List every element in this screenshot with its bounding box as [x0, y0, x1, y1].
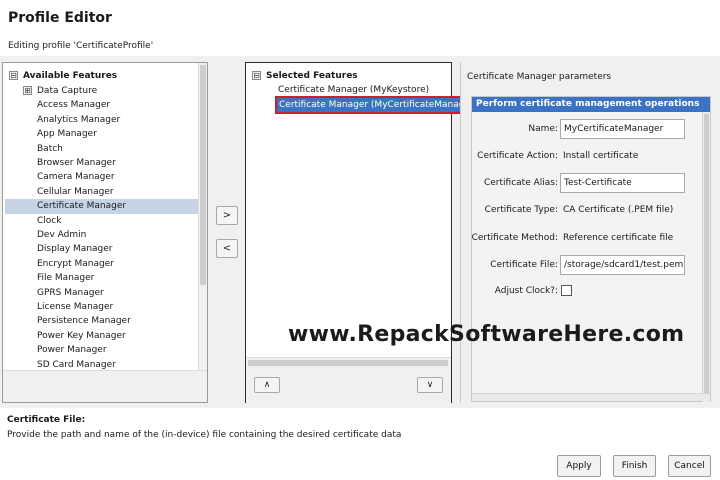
certificate-method-row: Certificate Method: Reference certificat… — [472, 228, 710, 248]
description-title: Certificate File: — [7, 415, 86, 425]
tree-item-browser-manager[interactable]: Browser Manager — [37, 156, 116, 170]
apply-button[interactable]: Apply — [557, 455, 601, 477]
certificate-method-select[interactable]: Reference certificate file — [563, 228, 673, 248]
tree-item-encrypt-manager[interactable]: Encrypt Manager — [37, 257, 114, 271]
available-horizontal-scrollbar[interactable] — [3, 370, 207, 402]
scrollbar-thumb[interactable] — [248, 360, 448, 366]
tree-item-label: Data Capture — [37, 86, 98, 96]
certificate-action-select[interactable]: Install certificate — [563, 146, 638, 166]
tree-item-persistence-manager[interactable]: Persistence Manager — [37, 314, 131, 328]
add-feature-button[interactable]: > — [216, 206, 238, 225]
certificate-action-label: Certificate Action: — [477, 151, 558, 161]
name-row: Name: MyCertificateManager — [472, 119, 710, 139]
available-features-root[interactable]: ⊟ Available Features — [9, 69, 117, 83]
expand-icon[interactable]: ⊞ — [23, 86, 32, 95]
tree-item-certificate-manager[interactable]: Certificate Manager — [5, 199, 199, 214]
available-features-label: Available Features — [23, 71, 118, 81]
collapse-icon[interactable]: ⊟ — [252, 71, 261, 80]
parameters-horizontal-scrollbar[interactable] — [472, 393, 710, 401]
tree-item-display-manager[interactable]: Display Manager — [37, 242, 113, 256]
tree-item-power-key-manager[interactable]: Power Key Manager — [37, 329, 126, 343]
page-subtitle: Editing profile 'CertificateProfile' — [8, 41, 154, 51]
name-field[interactable]: MyCertificateManager — [560, 119, 685, 139]
certificate-type-label: Certificate Type: — [484, 205, 558, 215]
tree-item-gprs-manager[interactable]: GPRS Manager — [37, 286, 104, 300]
move-up-button[interactable]: ∧ — [254, 377, 280, 393]
cancel-button[interactable]: Cancel — [668, 455, 711, 477]
tree-item-clock[interactable]: Clock — [37, 214, 61, 228]
certificate-type-row: Certificate Type: CA Certificate (.PEM f… — [472, 200, 710, 220]
certificate-file-row: Certificate File: /storage/sdcard1/test.… — [472, 255, 710, 275]
collapse-icon[interactable]: ⊟ — [9, 71, 18, 80]
tree-item-batch[interactable]: Batch — [37, 142, 63, 156]
page-title: Profile Editor — [8, 10, 112, 26]
finish-button[interactable]: Finish — [613, 455, 656, 477]
selected-horizontal-scrollbar[interactable] — [246, 357, 451, 367]
tree-item-file-manager[interactable]: File Manager — [37, 271, 94, 285]
tree-item-dev-admin[interactable]: Dev Admin — [37, 228, 86, 242]
remove-feature-button[interactable]: < — [216, 239, 238, 258]
tree-item-camera-manager[interactable]: Camera Manager — [37, 170, 115, 184]
available-vertical-scrollbar[interactable] — [198, 63, 207, 371]
tree-item-access-manager[interactable]: Access Manager — [37, 98, 110, 112]
certificate-action-row: Certificate Action: Install certificate — [472, 146, 710, 166]
adjust-clock-row: Adjust Clock?: — [472, 281, 710, 301]
tree-item-cellular-manager[interactable]: Cellular Manager — [37, 185, 114, 199]
available-features-panel[interactable]: ⊟ Available Features ⊞ Data Capture Access… — [2, 62, 208, 403]
tree-item-app-manager[interactable]: App Manager — [37, 127, 97, 141]
scrollbar-thumb[interactable] — [200, 65, 206, 285]
certificate-alias-label: Certificate Alias: — [483, 178, 558, 188]
move-down-button[interactable]: ∨ — [417, 377, 443, 393]
available-features-tree[interactable]: ⊟ Available Features ⊞ Data Capture Access… — [3, 63, 199, 371]
adjust-clock-checkbox[interactable] — [561, 285, 572, 296]
tree-item-power-manager[interactable]: Power Manager — [37, 343, 107, 357]
selected-item-mykeystore[interactable]: Certificate Manager (MyKeystore) — [278, 83, 429, 97]
selected-features-panel[interactable]: ⊟ Selected Features Certificate Manager (… — [245, 62, 482, 403]
parameters-header: Perform certificate management operation… — [472, 97, 710, 112]
certificate-alias-field[interactable]: Test-Certificate — [560, 173, 685, 193]
certificate-file-field[interactable]: /storage/sdcard1/test.pem — [560, 255, 685, 275]
certificate-alias-row: Certificate Alias: Test-Certificate — [472, 173, 710, 193]
tree-item-license-manager[interactable]: License Manager — [37, 300, 113, 314]
tree-item-sd-card-manager[interactable]: SD Card Manager — [37, 358, 116, 371]
parameters-vertical-scrollbar[interactable] — [702, 112, 710, 402]
parameters-panel: Certificate Manager parameters Perform c… — [460, 62, 716, 403]
parameters-box: Perform certificate management operation… — [471, 96, 711, 402]
watermark-text: www.RepackSoftwareHere.com — [288, 322, 685, 347]
certificate-method-label: Certificate Method: — [471, 233, 558, 243]
selected-features-label: Selected Features — [266, 71, 358, 81]
name-label: Name: — [528, 124, 558, 134]
certificate-type-select[interactable]: CA Certificate (.PEM file) — [563, 200, 673, 220]
scrollbar-thumb[interactable] — [704, 114, 709, 396]
selected-item-mycertificatemanager[interactable]: Certificate Manager (MyCertificateManage… — [274, 96, 482, 114]
tree-item-analytics-manager[interactable]: Analytics Manager — [37, 113, 120, 127]
selected-features-root[interactable]: ⊟ Selected Features — [252, 69, 358, 83]
tree-item-data-capture[interactable]: ⊞ Data Capture — [23, 84, 97, 98]
parameters-title: Certificate Manager parameters — [467, 72, 612, 82]
adjust-clock-label: Adjust Clock?: — [494, 286, 558, 296]
selected-footer: ∧ ∨ — [246, 367, 451, 403]
description-text: Provide the path and name of the (in-dev… — [7, 430, 402, 440]
certificate-file-label: Certificate File: — [490, 260, 558, 270]
